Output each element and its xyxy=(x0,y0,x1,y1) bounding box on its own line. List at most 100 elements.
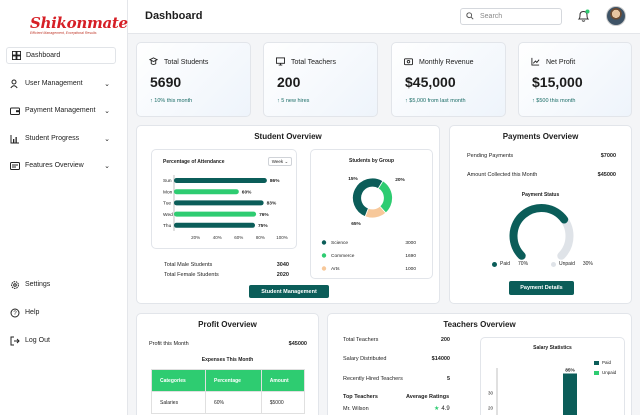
data-label: 76% xyxy=(259,212,269,218)
sidebar-item-label: Features Overview xyxy=(25,162,84,169)
legend-value: 1000 xyxy=(405,266,416,272)
attendance-bar-chart: Sun 86% Mon 60% Tue 83% Wed 76% Thu 75% 20% 40% 60% 8… xyxy=(163,175,288,240)
chevron-down-icon: ⌄ xyxy=(104,107,110,115)
teacher-icon xyxy=(276,57,285,68)
legend-label: Paid xyxy=(500,261,511,267)
slice-label: 65% xyxy=(351,221,361,227)
data-label: 83% xyxy=(267,201,277,207)
total-teachers-label: Total Teachers xyxy=(343,337,379,343)
legend-label: Commerce xyxy=(331,253,355,259)
recently-hired-value: 5 xyxy=(446,376,450,382)
sidebar-item-label: Settings xyxy=(25,281,51,288)
top-teachers-label: Top Teachers xyxy=(343,394,378,400)
student-management-button[interactable]: Student Management xyxy=(249,285,329,298)
stat-label: Net Profit xyxy=(546,59,576,66)
salary-distributed-label: Salary Distributed xyxy=(343,356,387,362)
search-input[interactable]: Search xyxy=(460,8,562,25)
category-label: Sun xyxy=(163,178,172,184)
profit-label: Profit this Month xyxy=(149,341,189,347)
stat-change: ↑ 10% this month xyxy=(150,98,193,104)
revenue-icon xyxy=(404,57,413,68)
salary-distributed-value: $14000 xyxy=(431,356,450,362)
attendance-bar xyxy=(174,211,257,217)
attendance-bar xyxy=(174,200,264,206)
stat-card-profit: Net Profit $15,000 ↑ $500 this month xyxy=(518,42,632,117)
bell-icon[interactable] xyxy=(577,9,590,25)
legend-dot-unpaid xyxy=(551,261,556,267)
salary-statistics-card: Salary Statistics Paid Unpaid 30201085% xyxy=(480,337,625,415)
section-title: Profit Overview xyxy=(198,320,257,329)
stat-value: 200 xyxy=(277,74,301,90)
teacher-name: Mr. Wilson xyxy=(343,406,369,412)
chevron-down-icon: ⌄ xyxy=(104,80,110,88)
legend-dot xyxy=(321,240,327,245)
group-donut-chart: 65% 20% 15% Science 3000 Commerce 1690 Arts 1000 xyxy=(321,176,416,272)
category-label: Tue xyxy=(163,201,171,207)
stat-label: Total Teachers xyxy=(291,59,337,66)
sidebar-item-settings[interactable]: Settings xyxy=(6,276,116,293)
legend-value: 70% xyxy=(518,261,529,267)
stat-label: Total Students xyxy=(164,59,209,66)
data-label: 85% xyxy=(565,368,575,374)
legend-unpaid: Unpaid 30% xyxy=(551,261,593,267)
slice-label: 15% xyxy=(348,176,358,182)
data-label: 86% xyxy=(270,178,280,184)
sidebar: Shikonmate Efficient Management, Excepti… xyxy=(0,0,128,415)
table-cell: $5000 xyxy=(260,391,306,414)
attendance-bar xyxy=(174,178,267,183)
sidebar-item-label: Log Out xyxy=(25,337,50,344)
sidebar-item-student-progress[interactable]: Student Progress ⌄ xyxy=(6,130,116,147)
users-icon xyxy=(10,79,20,89)
stat-change: ↑ $5,000 from last month xyxy=(405,98,466,104)
y-tick-label: 20 xyxy=(488,406,494,411)
payments-overview-card: Payments Overview Pending Payments $7000… xyxy=(449,125,632,304)
x-tick-label: 100% xyxy=(276,235,288,240)
column-header: Categories xyxy=(151,369,206,392)
expenses-table: Categories Percentage Amount Salaries 60… xyxy=(151,369,306,414)
rating-value: 4.9 xyxy=(441,405,450,412)
brand-tagline: Efficient Management, Exceptional Result… xyxy=(30,31,97,35)
avatar[interactable] xyxy=(606,6,626,26)
gear-icon xyxy=(10,280,20,290)
chevron-down-icon: ⌄ xyxy=(104,162,110,170)
legend-value: 3000 xyxy=(405,240,416,246)
stat-change: ↑ $500 this month xyxy=(532,98,576,104)
payment-status-gauge xyxy=(509,204,574,260)
sidebar-item-help[interactable]: ? Help xyxy=(6,304,116,321)
stat-value: $15,000 xyxy=(532,74,583,90)
attendance-bar xyxy=(174,222,255,228)
sidebar-item-payment-management[interactable]: Payment Management ⌄ xyxy=(6,102,116,119)
column-header: Percentage xyxy=(205,369,262,392)
sidebar-item-user-management[interactable]: User Management ⌄ xyxy=(6,75,116,92)
features-icon xyxy=(10,161,20,171)
attendance-chart-card: Percentage of Attendance Week ⌄ Sun 86% Mo… xyxy=(151,149,297,249)
category-label: Thu xyxy=(163,223,172,229)
table-row: Salaries 60% $5000 xyxy=(151,391,306,414)
legend-dot xyxy=(321,266,327,271)
stat-value: 5690 xyxy=(150,74,182,90)
search-placeholder: Search xyxy=(480,13,503,20)
trend-icon xyxy=(531,57,540,68)
wallet-icon xyxy=(10,106,20,116)
sidebar-item-features-overview[interactable]: Features Overview ⌄ xyxy=(6,157,116,174)
legend-dot-paid xyxy=(492,261,497,267)
male-students-value: 3040 xyxy=(276,262,289,268)
teacher-rating: ★ 4.9 xyxy=(434,405,450,413)
student-overview-card: Student Overview Percentage of Attendanc… xyxy=(136,125,440,304)
sidebar-item-label: User Management xyxy=(25,80,83,87)
recently-hired-label: Recently Hired Teachers xyxy=(343,376,403,382)
salary-bar-chart: 30201085% xyxy=(488,368,577,415)
stat-value: $45,000 xyxy=(405,74,456,90)
sidebar-item-dashboard[interactable]: Dashboard xyxy=(6,47,116,64)
teachers-overview-card: Teachers Overview Total Teachers 200 Sal… xyxy=(327,313,632,415)
star-icon: ★ xyxy=(434,406,440,412)
category-label: Mon xyxy=(163,189,173,195)
female-students-label: Total Female Students xyxy=(164,272,219,278)
column-header: Amount xyxy=(260,369,306,392)
student-icon xyxy=(148,57,159,68)
help-icon: ? xyxy=(10,308,20,318)
table-header-row: Categories Percentage Amount xyxy=(151,369,306,392)
payment-details-button[interactable]: Payment Details xyxy=(509,281,574,295)
group-chart-card: Students by Group 65% 20% 15% Science 3000 Co… xyxy=(310,149,433,279)
sidebar-item-log-out[interactable]: Log Out xyxy=(6,332,116,349)
